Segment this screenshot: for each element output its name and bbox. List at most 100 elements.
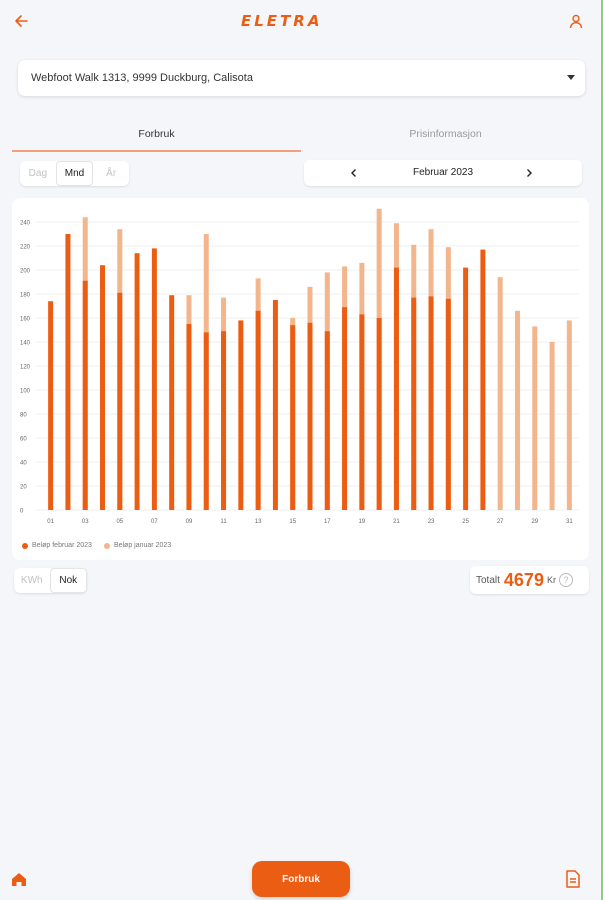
bar-february (151, 248, 157, 510)
y-tick-label: 60 (20, 437, 27, 443)
bar-january (497, 277, 503, 510)
total-value: 4679 (503, 569, 544, 590)
bar-february (393, 267, 399, 510)
y-tick-label: 180 (20, 293, 31, 299)
x-tick-label: 09 (186, 519, 193, 525)
period-selector: Dag Mnd År (20, 161, 129, 186)
x-tick-label: 31 (566, 519, 573, 525)
x-tick-label: 07 (151, 519, 158, 525)
y-tick-label: 40 (20, 461, 27, 467)
legend-item-january: Beløp januar 2023 (103, 542, 172, 549)
bar-february (134, 253, 140, 510)
bar-february (100, 265, 106, 510)
bar-february (169, 295, 175, 510)
home-icon (12, 873, 26, 886)
x-tick-label: 29 (531, 519, 538, 525)
x-tick-label: 03 (82, 519, 89, 525)
bar-february (428, 296, 434, 510)
bar-february (324, 331, 330, 510)
tab-forbruk[interactable]: Forbruk (12, 118, 301, 152)
tab-bar: Forbruk Prisinformasjon (12, 118, 589, 152)
legend-dot-february (22, 542, 28, 549)
bar-january (514, 310, 520, 510)
y-tick-label: 200 (20, 269, 31, 275)
legend-item-february: Beløp februar 2023 (22, 542, 92, 549)
bar-january (549, 342, 555, 510)
y-tick-label: 80 (20, 413, 27, 419)
help-icon[interactable]: ? (558, 573, 573, 587)
bar-january (566, 320, 572, 510)
x-tick-label: 13 (255, 519, 262, 525)
x-tick-label: 19 (359, 519, 366, 525)
chevron-right-icon (527, 169, 532, 177)
back-button[interactable] (10, 10, 32, 32)
period-option-mnd[interactable]: Mnd (55, 161, 94, 186)
home-button[interactable] (10, 870, 30, 890)
x-tick-label: 15 (289, 519, 296, 525)
profile-button[interactable] (565, 10, 587, 32)
bar-february (359, 314, 365, 510)
usage-bar-chart: 0 20 40 60 80 100 120 140 160 180 200 220 240 01 03 05 0… (20, 208, 578, 525)
period-option-dag[interactable]: Dag (20, 161, 56, 186)
top-bar: ELETRA (0, 0, 601, 42)
caret-down-icon (567, 75, 575, 80)
bar-january (532, 326, 538, 510)
invoice-button[interactable] (565, 870, 583, 890)
bar-february (445, 298, 451, 510)
bar-february (290, 325, 296, 510)
bar-february (117, 292, 123, 510)
next-month-button[interactable] (520, 164, 538, 182)
user-icon (569, 14, 583, 29)
bar-february (480, 249, 486, 510)
x-tick-label: 27 (497, 519, 504, 525)
unit-selector: KWh Nok (14, 568, 87, 593)
y-tick-label: 220 (20, 245, 31, 251)
total-label: Totalt (476, 574, 500, 586)
bar-february (307, 322, 313, 510)
bar-february (342, 307, 348, 510)
bar-february (221, 331, 227, 510)
bar-february (411, 297, 417, 510)
bar-february (48, 301, 54, 510)
bottom-navigation: Forbruk (0, 858, 601, 900)
forbruk-nav-button[interactable]: Forbruk (252, 861, 350, 897)
bar-february (238, 320, 244, 510)
x-tick-label: 05 (116, 519, 123, 525)
legend-label-january: Beløp januar 2023 (113, 542, 172, 549)
bar-february (186, 324, 192, 510)
x-tick-label: 23 (428, 519, 435, 525)
bar-february (376, 318, 382, 510)
address-selected-value: Webfoot Walk 1313, 9999 Duckburg, Caliso… (31, 72, 253, 84)
y-tick-label: 20 (20, 485, 27, 491)
unit-option-kwh[interactable]: KWh (14, 568, 50, 593)
x-tick-label: 25 (462, 519, 469, 525)
bar-february (82, 280, 88, 510)
bar-february (272, 300, 278, 510)
unit-option-nok[interactable]: Nok (49, 568, 87, 593)
bar-february (463, 267, 469, 510)
document-icon (566, 870, 580, 888)
date-navigator: Februar 2023 (304, 160, 582, 186)
y-tick-label: 240 (20, 221, 31, 227)
y-tick-label: 120 (20, 365, 31, 371)
bar-february (65, 234, 71, 510)
total-unit: Kr (546, 575, 556, 585)
current-period-label: Februar 2023 (412, 167, 474, 178)
x-tick-label: 21 (393, 519, 400, 525)
eletra-logo: ELETRA (241, 12, 323, 30)
arrow-left-icon (15, 15, 28, 27)
tab-prisinformasjon[interactable]: Prisinformasjon (301, 118, 590, 150)
bar-february (255, 310, 261, 510)
y-tick-label: 140 (20, 341, 31, 347)
address-select[interactable]: Webfoot Walk 1313, 9999 Duckburg, Caliso… (18, 60, 585, 96)
y-tick-label: 100 (20, 389, 31, 395)
bar-february (203, 332, 209, 510)
legend-dot-january (103, 542, 110, 549)
chart-legend: Beløp februar 2023 Beløp januar 2023 (22, 542, 171, 549)
legend-label-february: Beløp februar 2023 (32, 542, 92, 549)
period-option-ar[interactable]: År (93, 161, 129, 186)
chart-card: 0 20 40 60 80 100 120 140 160 180 200 220 240 01 03 05 0… (12, 198, 589, 560)
y-tick-label: 160 (20, 317, 31, 323)
x-tick-label: 01 (47, 519, 54, 525)
y-tick-label: 0 (20, 509, 24, 515)
